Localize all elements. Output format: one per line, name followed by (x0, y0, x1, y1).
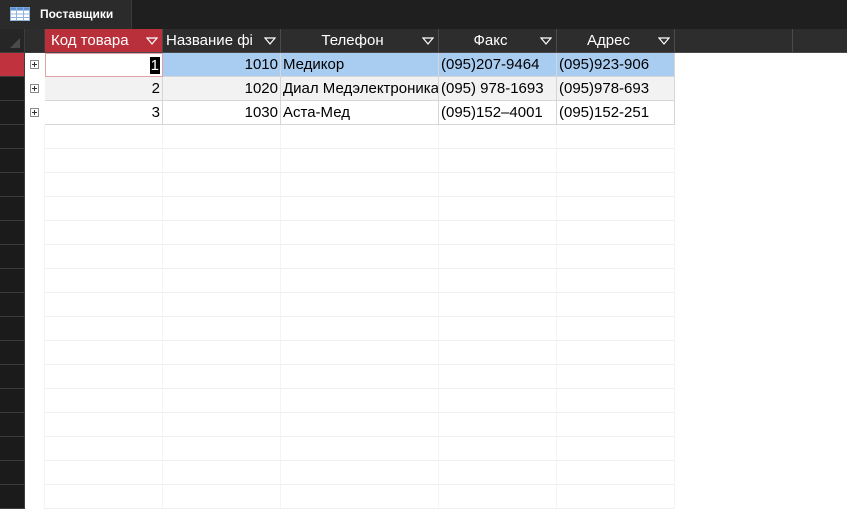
empty-record-selector (0, 125, 25, 149)
expander-column (25, 29, 45, 509)
grid-line (45, 436, 675, 437)
cell-name[interactable]: 1010 (163, 53, 281, 77)
cell-address[interactable]: (095)978-693 (557, 77, 675, 101)
grid-line (45, 268, 675, 269)
cell-code[interactable]: 2 (45, 77, 163, 101)
grid-line (45, 388, 675, 389)
grid-line (45, 484, 675, 485)
grid-line (45, 316, 675, 317)
column-header-fax[interactable]: Факс (439, 29, 557, 53)
grid-line (45, 196, 675, 197)
grid-column-line (44, 125, 45, 509)
record-selector[interactable] (0, 101, 25, 125)
cell-phone[interactable]: Медикор (281, 53, 439, 77)
empty-record-selector (0, 221, 25, 245)
grid-line (45, 220, 675, 221)
cell-fax[interactable]: (095)152–4001 (439, 101, 557, 125)
datasheet-grid: Код товара Название фі Телефон Факс Адре… (0, 29, 847, 509)
empty-record-selector (0, 461, 25, 485)
grid-line (45, 292, 675, 293)
empty-record-selector (0, 269, 25, 293)
column-header-code[interactable]: Код товара (45, 29, 163, 53)
empty-record-selector (0, 341, 25, 365)
cell-fax[interactable]: (095) 978-1693 (439, 77, 557, 101)
cell-code[interactable]: 3 (45, 101, 163, 125)
column-header-label: Телефон (321, 32, 384, 49)
plus-expand-icon[interactable] (30, 108, 39, 117)
grid-line (45, 364, 675, 365)
cell-code-value: 1 (149, 57, 160, 74)
grid-line (45, 172, 675, 173)
cell-address[interactable]: (095)923-906 (557, 53, 675, 77)
empty-record-selector (0, 293, 25, 317)
empty-record-selector (0, 149, 25, 173)
cell-name[interactable]: 1020 (163, 77, 281, 101)
filter-dropdown-icon[interactable] (146, 29, 158, 52)
expander-header (25, 29, 45, 53)
column-header-label: Адрес (587, 32, 630, 49)
empty-record-selector (0, 365, 25, 389)
column-header-new[interactable] (675, 29, 793, 53)
empty-record-selector (0, 317, 25, 341)
cell-phone[interactable]: Диал Медэлектроника (281, 77, 439, 101)
plus-expand-icon[interactable] (30, 60, 39, 69)
empty-record-selector (0, 173, 25, 197)
record-selector[interactable] (0, 77, 25, 101)
column-header-phone[interactable]: Телефон (281, 29, 439, 53)
header-filler (793, 29, 847, 53)
document-tab-bar: Поставщики (0, 0, 847, 29)
grid-line (45, 460, 675, 461)
cell-phone[interactable]: Аста-Мед (281, 101, 439, 125)
table-icon (10, 7, 30, 21)
grid-line (45, 412, 675, 413)
filter-dropdown-icon[interactable] (264, 29, 276, 52)
filter-dropdown-icon[interactable] (422, 29, 434, 52)
tab-suppliers[interactable]: Поставщики (0, 0, 132, 29)
grid-line (45, 244, 675, 245)
cell-code[interactable]: 1 (45, 53, 163, 77)
grid-column-line (674, 125, 675, 509)
column-header-name[interactable]: Название фі (163, 29, 281, 53)
grid-column-line (438, 125, 439, 509)
tab-title: Поставщики (40, 7, 114, 21)
column-header-label: Название фі (166, 32, 253, 49)
grid-line (45, 148, 675, 149)
empty-record-selector (0, 413, 25, 437)
grid-column-line (280, 125, 281, 509)
empty-record-selector (0, 389, 25, 413)
filter-dropdown-icon[interactable] (658, 29, 670, 52)
cell-address[interactable]: (095)152-251 (557, 101, 675, 125)
plus-expand-icon[interactable] (30, 84, 39, 93)
grid-column-line (162, 125, 163, 509)
column-header-address[interactable]: Адрес (557, 29, 675, 53)
select-all-button[interactable] (0, 29, 25, 53)
grid-column-line (556, 125, 557, 509)
empty-record-selector (0, 245, 25, 269)
column-header-label: Факс (473, 32, 508, 49)
filter-dropdown-icon[interactable] (540, 29, 552, 52)
cell-name[interactable]: 1030 (163, 101, 281, 125)
grid-line (45, 340, 675, 341)
empty-record-selector (0, 437, 25, 461)
empty-record-selector (0, 485, 25, 509)
record-selector[interactable] (0, 53, 25, 77)
cell-fax[interactable]: (095)207-9464 (439, 53, 557, 77)
column-header-label: Код товара (51, 32, 129, 49)
empty-record-selector (0, 197, 25, 221)
